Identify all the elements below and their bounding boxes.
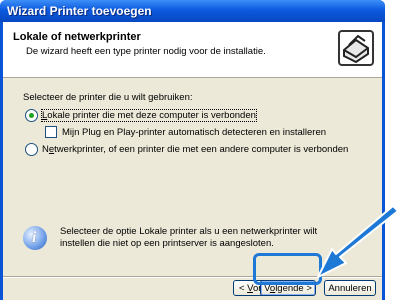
- header-title: Lokale of netwerkprinter: [13, 31, 141, 43]
- local-printer-label: Lokale printer die met deze computer is …: [41, 109, 257, 122]
- cancel-button[interactable]: Annuleren: [324, 280, 376, 296]
- header-subtitle: De wizard heeft een type printer nodig v…: [26, 46, 266, 57]
- network-printer-option[interactable]: Netwerkprinter, of een printer die met e…: [25, 143, 348, 156]
- window-title: Wizard Printer toevoegen: [7, 4, 152, 18]
- wizard-header: Lokale of netwerkprinter De wizard heeft…: [3, 22, 382, 78]
- pointer-arrow-icon: [317, 205, 399, 278]
- network-printer-radio[interactable]: [25, 143, 38, 156]
- title-bar[interactable]: Wizard Printer toevoegen: [0, 0, 385, 22]
- select-prompt: Selecteer de printer die u wilt gebruike…: [23, 92, 193, 103]
- info-icon: i: [23, 226, 47, 250]
- printer-icon: [338, 30, 374, 66]
- local-printer-option[interactable]: Lokale printer die met deze computer is …: [25, 109, 257, 122]
- plug-and-play-label: Mijn Plug en Play-printer automatisch de…: [62, 126, 327, 138]
- info-text: Selecteer de optie Lokale printer als u …: [60, 226, 318, 249]
- plug-and-play-checkbox[interactable]: [45, 126, 57, 138]
- local-printer-radio[interactable]: [25, 109, 38, 122]
- plug-and-play-option[interactable]: Mijn Plug en Play-printer automatisch de…: [45, 126, 326, 138]
- network-printer-label: Netwerkprinter, of een printer die met e…: [42, 144, 349, 155]
